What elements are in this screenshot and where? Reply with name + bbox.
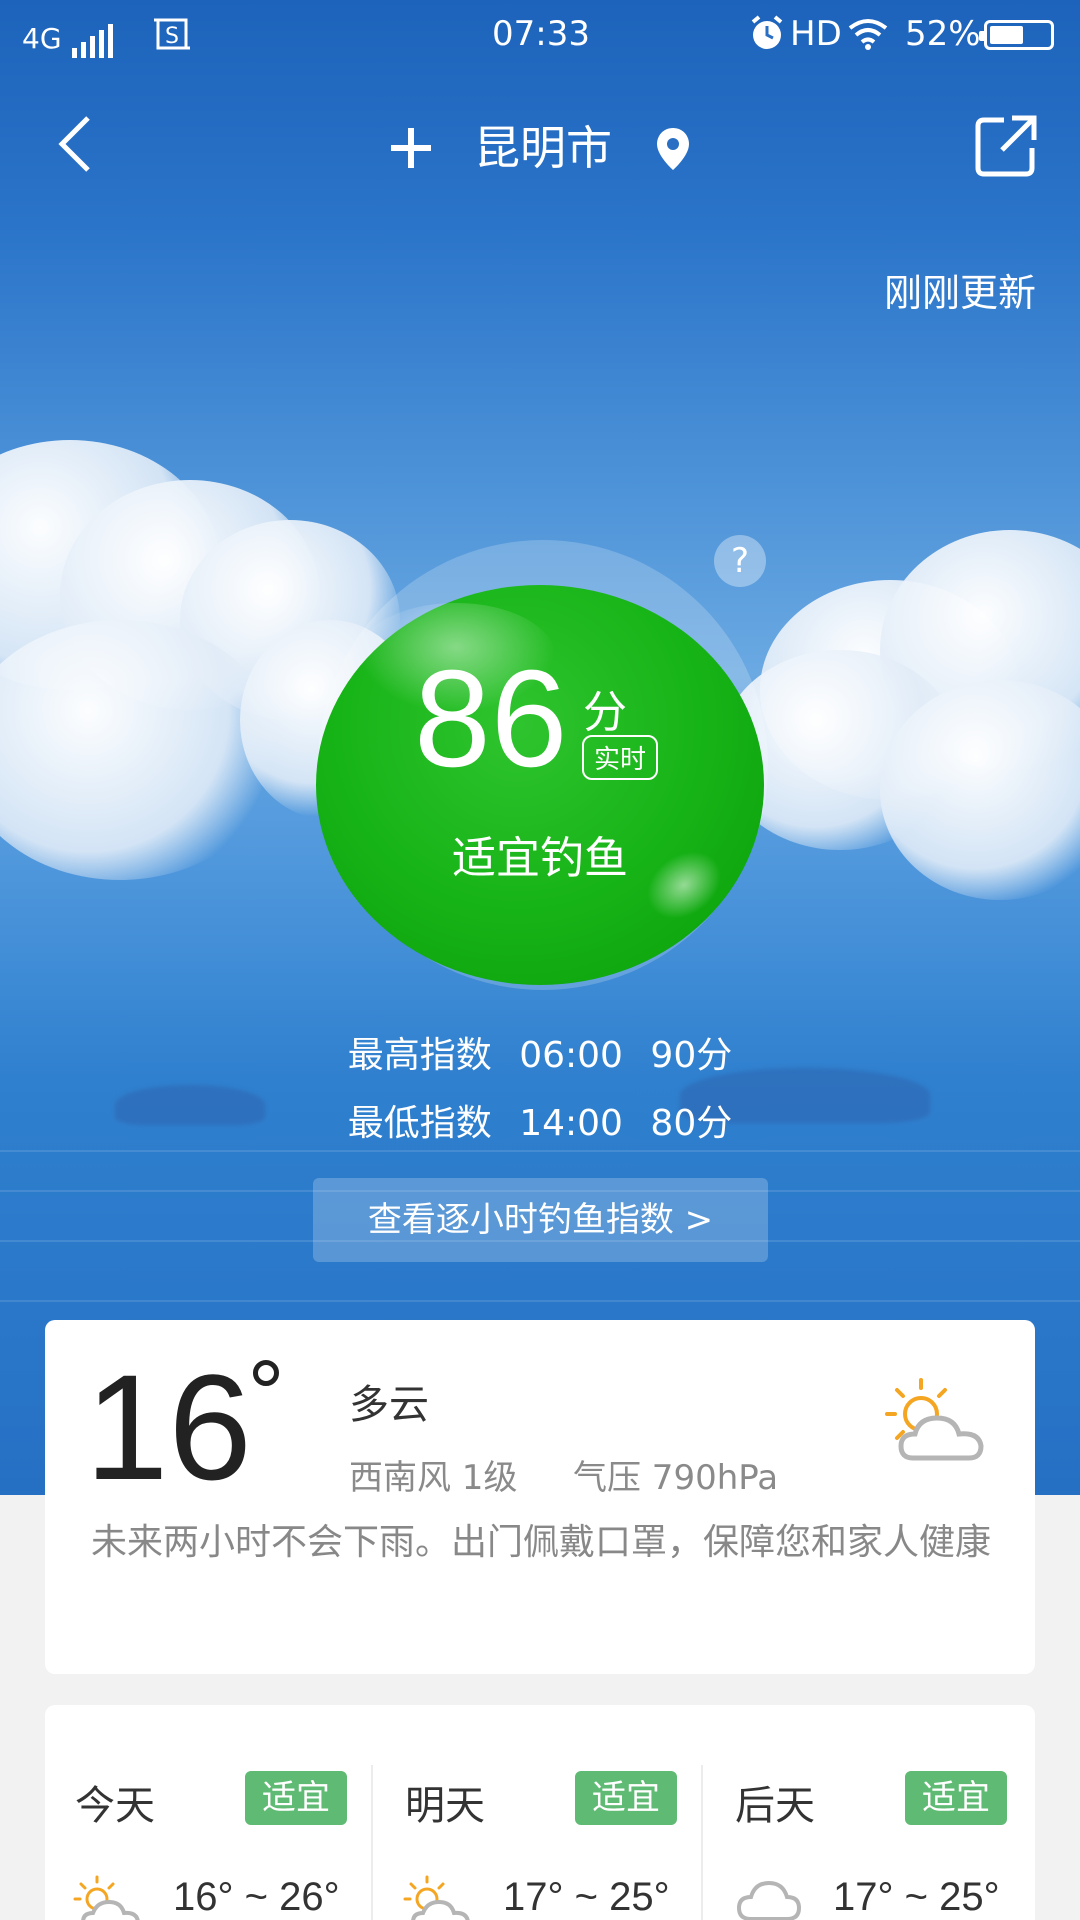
suitability-badge: 适宜: [245, 1771, 347, 1825]
forecast-day-label: 今天: [75, 1783, 155, 1829]
signal-icon: [72, 18, 117, 58]
wind-info: 西南风 1级: [349, 1458, 518, 1498]
wifi-icon: [848, 18, 888, 59]
current-weather-card: 16 多云 西南风 1级 气压 790hPa 未来两小时不会下雨。出门佩戴口罩，…: [45, 1320, 1035, 1674]
hourly-index-button[interactable]: 查看逐小时钓鱼指数 >: [313, 1178, 768, 1262]
battery-percent: 52%: [905, 14, 981, 54]
city-title: 昆明市: [0, 112, 1080, 178]
svg-text:S: S: [165, 24, 179, 49]
degree-symbol: [253, 1360, 279, 1386]
screenshot-icon: S: [152, 14, 192, 63]
forecast-day-tomorrow[interactable]: 明天 适宜 17° ~ 25°: [375, 1705, 705, 1920]
help-icon[interactable]: ?: [714, 535, 766, 587]
add-city-icon[interactable]: [389, 126, 433, 170]
column-divider: [371, 1765, 373, 1920]
clock: 07:33: [492, 14, 590, 54]
current-temperature: 16: [85, 1343, 252, 1511]
low-index-row: 最低指数 14:00 80分: [0, 1094, 1080, 1146]
high-index-value: 90分: [650, 1035, 733, 1076]
forecast-day-label: 后天: [735, 1783, 815, 1829]
suitability-badge: 适宜: [905, 1771, 1007, 1825]
score-unit: 分: [583, 687, 627, 738]
pressure-info: 气压 790hPa: [573, 1458, 779, 1498]
forecast-day-today[interactable]: 今天 适宜 16° ~ 26°: [45, 1705, 375, 1920]
low-index-label: 最低指数: [347, 1103, 492, 1144]
alarm-icon: [748, 14, 786, 61]
top-bar: 昆明市: [0, 100, 1080, 190]
weather-condition: 多云: [349, 1382, 429, 1428]
hd-indicator: HD: [790, 14, 842, 54]
partly-cloudy-icon: [885, 1378, 984, 1461]
network-type: 4G: [22, 22, 62, 55]
sea-line: [0, 1300, 1080, 1302]
suitability-badge: 适宜: [575, 1771, 677, 1825]
status-bar: 4G S 07:33 HD 52%: [0, 0, 1080, 70]
rain-cloud-icon: [736, 1880, 802, 1920]
column-divider: [701, 1765, 703, 1920]
forecast-day-after-tomorrow[interactable]: 后天 适宜 17° ~ 25°: [705, 1705, 1035, 1920]
fishing-status: 适宜钓鱼: [452, 833, 628, 884]
high-index-label: 最高指数: [347, 1035, 492, 1076]
sea-line: [0, 1150, 1080, 1152]
low-index-time: 14:00: [519, 1103, 623, 1144]
update-status: 刚刚更新: [883, 271, 1036, 315]
realtime-badge: 实时: [582, 735, 659, 780]
battery-icon: [979, 20, 1054, 50]
temperature-range: 16° ~ 26°: [173, 1875, 340, 1919]
high-index-time: 06:00: [519, 1035, 623, 1076]
forecast-day-label: 明天: [405, 1783, 485, 1829]
location-pin-icon[interactable]: [655, 126, 691, 172]
forecast-card: 今天 适宜 16° ~ 26° 明天 适宜 17° ~ 25° 后天 适宜 17…: [45, 1705, 1035, 1920]
high-index-row: 最高指数 06:00 90分: [0, 1026, 1080, 1078]
fishing-score: 86: [414, 642, 568, 796]
share-icon[interactable]: [974, 114, 1038, 178]
city-name[interactable]: 昆明市: [474, 121, 612, 175]
low-index-value: 80分: [650, 1103, 733, 1144]
partly-cloudy-icon: [73, 1875, 140, 1920]
partly-cloudy-icon: [403, 1875, 470, 1920]
temperature-range: 17° ~ 25°: [503, 1875, 670, 1919]
temperature-range: 17° ~ 25°: [833, 1875, 1000, 1919]
weather-advice: 未来两小时不会下雨。出门佩戴口罩，保障您和家人健康: [91, 1522, 992, 1563]
